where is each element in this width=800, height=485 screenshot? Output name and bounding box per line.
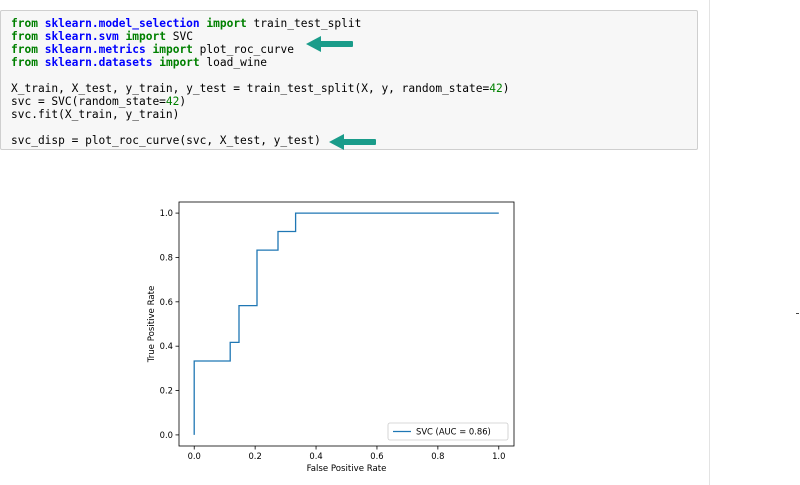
keyword: from [11, 56, 38, 69]
imported-name: train_test_split [253, 17, 362, 30]
imported-name: SVC [172, 30, 193, 43]
y-tick-label: 0.8 [160, 252, 173, 262]
roc-curve-line [193, 212, 499, 435]
code-line: svc = SVC(random_state=42) [11, 95, 186, 108]
keyword: import [125, 30, 166, 43]
y-tick-label: 0.0 [160, 430, 173, 440]
code-line: from sklearn.svm import SVC [11, 30, 193, 43]
imported-name: load_wine [206, 56, 268, 69]
x-axis-label: False Positive Rate [307, 464, 387, 474]
code-line: X_train, X_test, y_train, y_test = train… [11, 82, 509, 95]
scroll-indicator [796, 313, 799, 314]
code-text: svc_disp = plot_roc_curve(svc, X_test, y… [11, 134, 321, 147]
module-name: sklearn.datasets [44, 56, 153, 69]
legend-label: SVC (AUC = 0.86) [416, 427, 491, 437]
code-text: ) [502, 82, 510, 95]
x-tick-label: 0.0 [188, 451, 201, 461]
arrow-left-icon [329, 134, 376, 150]
code-text: X_train, X_test, y_train, y_test = train… [11, 82, 490, 95]
module-name: sklearn.metrics [44, 43, 146, 56]
keyword: import [206, 17, 247, 30]
imported-name: plot_roc_curve [199, 43, 294, 56]
module-name: sklearn.model_selection [44, 17, 200, 30]
code-line: from sklearn.model_selection import trai… [11, 17, 361, 30]
number-literal: 42 [165, 95, 180, 108]
code-cell[interactable]: from sklearn.model_selection import trai… [0, 10, 698, 150]
x-tick-label: 0.4 [309, 451, 322, 461]
x-tick-label: 0.2 [248, 451, 261, 461]
y-axis-label: True Positive Rate [147, 286, 157, 364]
code-text: svc = SVC(random_state= [11, 95, 166, 108]
code-line: from sklearn.datasets import load_wine [11, 56, 267, 69]
keyword: from [11, 43, 38, 56]
module-name: sklearn.svm [44, 30, 119, 43]
x-tick-label: 0.6 [370, 451, 383, 461]
x-tick-label: 1.0 [492, 451, 505, 461]
roc-curve-chart: 0.0 0.2 0.4 0.6 0.8 1.0 0.0 0.2 0.4 0.6 0.8 1.0 Fa… [147, 201, 515, 474]
code-line: from sklearn.metrics import plot_roc_cur… [11, 43, 294, 56]
panel-divider [709, 0, 710, 485]
keyword: from [11, 17, 38, 30]
code-line: svc.fit(X_train, y_train) [11, 108, 179, 121]
arrow-left-icon [306, 36, 353, 52]
plot-frame [178, 201, 515, 447]
number-literal: 42 [489, 82, 503, 95]
y-tick-label: 0.6 [160, 297, 173, 307]
y-tick-label: 0.4 [160, 341, 173, 351]
keyword: import [152, 43, 193, 56]
keyword: import [159, 56, 200, 69]
code-text: svc.fit(X_train, y_train) [11, 108, 180, 121]
keyword: from [11, 30, 38, 43]
code-line: svc_disp = plot_roc_curve(svc, X_test, y… [11, 134, 321, 147]
code-text: ) [179, 95, 187, 108]
y-tick-label: 0.2 [160, 386, 173, 396]
chart-legend: SVC (AUC = 0.86) [387, 422, 509, 441]
y-tick-label: 1.0 [160, 208, 173, 218]
x-tick-label: 0.8 [431, 451, 444, 461]
